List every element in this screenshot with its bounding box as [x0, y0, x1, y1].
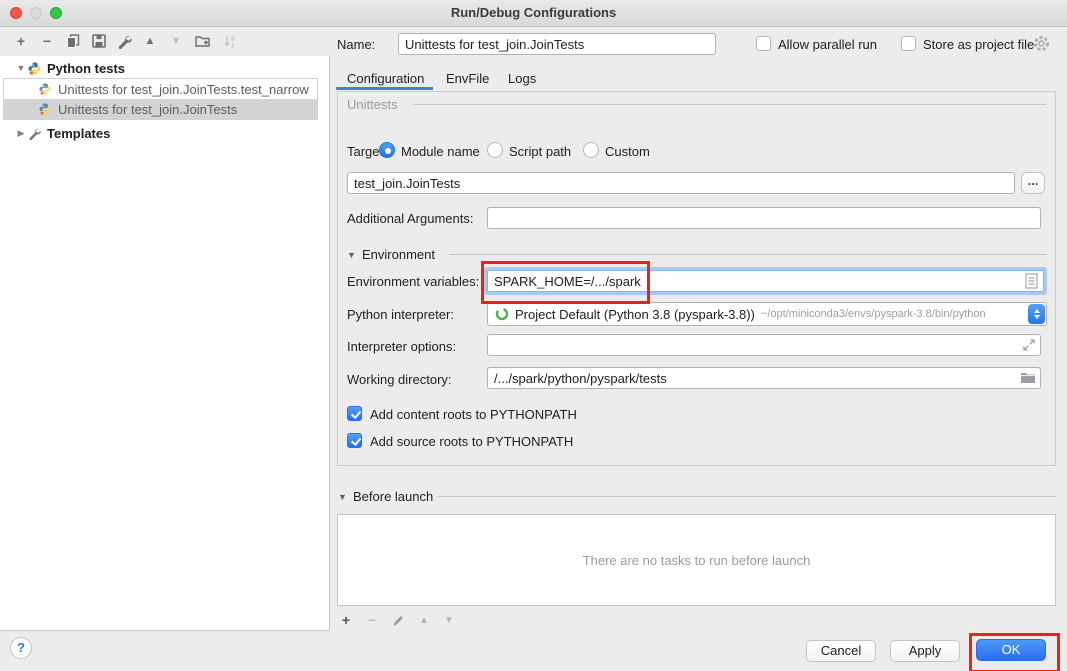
- python-interpreter-label: Python interpreter:: [347, 307, 454, 322]
- working-directory-label: Working directory:: [347, 372, 452, 387]
- add-source-roots-label: Add source roots to PYTHONPATH: [370, 434, 573, 449]
- target-module-name-radio[interactable]: [379, 142, 395, 158]
- add-configuration-icon[interactable]: +: [12, 32, 30, 50]
- move-up-icon[interactable]: ▲: [141, 32, 159, 50]
- add-source-roots-checkbox[interactable]: [347, 433, 362, 448]
- separator-line: [450, 254, 1046, 255]
- target-module-name-label: Module name: [401, 144, 480, 159]
- interpreter-name: Project Default (Python 3.8 (pyspark-3.8…: [515, 307, 755, 322]
- cancel-button[interactable]: Cancel: [806, 640, 876, 662]
- environment-section-title: Environment: [362, 247, 435, 262]
- env-vars-browse-icon[interactable]: [1025, 273, 1038, 292]
- add-content-roots-checkbox[interactable]: [347, 406, 362, 421]
- svg-text:a: a: [231, 35, 235, 42]
- store-as-project-file-label: Store as project file: [923, 37, 1034, 52]
- pencil-icon: [392, 614, 405, 627]
- svg-text:z: z: [231, 42, 235, 49]
- browse-folder-icon[interactable]: [1020, 371, 1036, 387]
- browse-module-button[interactable]: ...: [1021, 172, 1045, 194]
- tree-item-templates[interactable]: ▶ Templates: [0, 123, 329, 143]
- combo-stepper[interactable]: [1028, 304, 1045, 324]
- target-custom-radio[interactable]: [583, 142, 599, 158]
- tree-item-unittests-selected[interactable]: Unittests for test_join.JoinTests: [4, 99, 317, 119]
- conda-env-icon: [495, 307, 509, 321]
- new-folder-icon[interactable]: [194, 32, 212, 50]
- before-launch-add-icon[interactable]: +: [338, 612, 354, 628]
- tab-logs[interactable]: Logs: [508, 71, 536, 86]
- configurations-tree: ▼ Python tests: [0, 56, 330, 631]
- interpreter-options-input[interactable]: [487, 334, 1041, 356]
- interpreter-path: ~/opt/miniconda3/envs/pyspark-3.8/bin/py…: [761, 308, 986, 320]
- active-tab-underline: [336, 87, 433, 90]
- tree-item-label: Python tests: [47, 61, 125, 76]
- before-launch-list[interactable]: There are no tasks to run before launch: [337, 514, 1056, 606]
- environment-collapse-icon[interactable]: ▼: [347, 250, 356, 260]
- before-launch-section-title: Before launch: [353, 489, 433, 504]
- additional-arguments-label: Additional Arguments:: [347, 211, 473, 226]
- environment-variables-label: Environment variables:: [347, 274, 479, 289]
- templates-wrench-icon: [28, 127, 44, 140]
- ok-button[interactable]: OK: [976, 639, 1046, 661]
- additional-arguments-input[interactable]: [487, 207, 1041, 229]
- python-test-icon: [39, 103, 55, 115]
- title-bar[interactable]: Run/Debug Configurations: [0, 0, 1067, 27]
- allow-parallel-run-label: Allow parallel run: [778, 37, 877, 52]
- expand-field-icon[interactable]: [1022, 338, 1036, 355]
- unittests-section-title: Unittests: [347, 97, 398, 112]
- remove-configuration-icon[interactable]: −: [38, 32, 56, 50]
- before-launch-move-down-icon[interactable]: ▼: [441, 612, 457, 628]
- chevron-expanded-icon[interactable]: ▼: [14, 63, 28, 73]
- module-name-input[interactable]: [347, 172, 1015, 194]
- tree-item-label: Unittests for test_join.JoinTests.test_n…: [58, 82, 309, 97]
- tree-children-group: Unittests for test_join.JoinTests.test_n…: [3, 78, 318, 120]
- tree-item-python-tests[interactable]: ▼ Python tests: [0, 58, 329, 78]
- environment-variables-input[interactable]: [487, 270, 1044, 292]
- run-debug-configurations-dialog: Run/Debug Configurations + − ▲ ▼ a z: [0, 0, 1067, 671]
- before-launch-move-up-icon[interactable]: ▲: [416, 612, 432, 628]
- floppy-icon: [92, 34, 106, 48]
- apply-button[interactable]: Apply: [890, 640, 960, 662]
- allow-parallel-run-checkbox[interactable]: [756, 36, 771, 51]
- before-launch-empty-text: There are no tasks to run before launch: [583, 553, 811, 568]
- edit-templates-icon[interactable]: [115, 32, 133, 50]
- before-launch-edit-icon[interactable]: [390, 612, 406, 628]
- store-as-project-file-checkbox[interactable]: [901, 36, 916, 51]
- store-options-gear-icon[interactable]: [1033, 35, 1050, 55]
- python-interpreter-combo[interactable]: Project Default (Python 3.8 (pyspark-3.8…: [487, 302, 1047, 326]
- name-label: Name:: [337, 37, 375, 52]
- sort-az-icon: a z: [223, 34, 238, 49]
- working-directory-input[interactable]: [487, 367, 1041, 389]
- copy-icon: [66, 34, 80, 48]
- python-tests-icon: [28, 62, 44, 75]
- name-input[interactable]: [398, 33, 716, 55]
- move-down-icon[interactable]: ▼: [167, 32, 185, 50]
- window-title: Run/Debug Configurations: [0, 5, 1067, 20]
- sort-configurations-icon[interactable]: a z: [221, 32, 239, 50]
- chevron-collapsed-icon[interactable]: ▶: [14, 128, 28, 139]
- help-button[interactable]: ?: [10, 637, 32, 659]
- tab-envfile[interactable]: EnvFile: [446, 71, 489, 86]
- copy-configuration-icon[interactable]: [64, 32, 82, 50]
- target-script-path-label: Script path: [509, 144, 571, 159]
- before-launch-collapse-icon[interactable]: ▼: [338, 492, 347, 502]
- target-script-path-radio[interactable]: [487, 142, 503, 158]
- target-custom-label: Custom: [605, 144, 650, 159]
- folder-plus-icon: [195, 34, 211, 48]
- separator-line: [437, 496, 1056, 497]
- interpreter-options-label: Interpreter options:: [347, 339, 456, 354]
- before-launch-remove-icon[interactable]: −: [364, 612, 380, 628]
- separator-line: [413, 104, 1046, 105]
- wrench-icon: [117, 34, 132, 49]
- tree-item-unittests-narrow[interactable]: Unittests for test_join.JoinTests.test_n…: [4, 79, 317, 99]
- tree-item-label: Templates: [47, 126, 110, 141]
- save-configuration-icon[interactable]: [90, 32, 108, 50]
- add-content-roots-label: Add content roots to PYTHONPATH: [370, 407, 577, 422]
- tree-item-label: Unittests for test_join.JoinTests: [58, 102, 237, 117]
- tab-configuration[interactable]: Configuration: [347, 71, 424, 86]
- python-test-icon: [39, 83, 55, 95]
